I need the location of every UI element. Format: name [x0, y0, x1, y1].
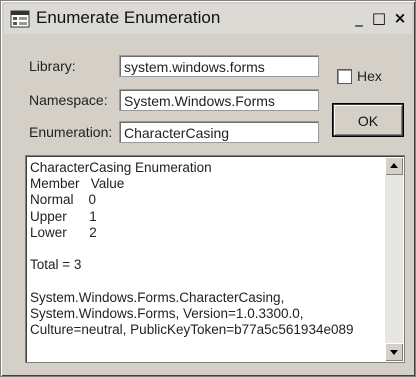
minimize-button[interactable]: _: [350, 10, 368, 28]
ok-button[interactable]: OK: [333, 104, 403, 136]
library-input[interactable]: system.windows.forms: [119, 55, 319, 77]
result-textbox[interactable]: CharacterCasing Enumeration Member Value N…: [25, 155, 405, 363]
hex-label[interactable]: Hex: [357, 68, 382, 84]
result-line: System.Windows.Forms.CharacterCasing,: [30, 289, 285, 305]
result-line: Member Value: [30, 176, 125, 192]
vertical-scrollbar[interactable]: [385, 157, 403, 361]
result-line: Total = 3: [30, 257, 82, 273]
result-line: Culture=neutral, PublicKeyToken=b77a5c56…: [30, 321, 354, 337]
namespace-input[interactable]: System.Windows.Forms: [119, 89, 319, 111]
result-line: Upper 1: [30, 208, 97, 224]
window-title: Enumerate Enumeration: [36, 8, 221, 27]
scroll-up-button[interactable]: [385, 157, 403, 175]
enumeration-label: Enumeration:: [29, 124, 113, 140]
result-line: [30, 273, 380, 289]
enumerate-enumeration-window: Enumerate Enumeration _ □ × Library: sys…: [0, 0, 416, 377]
result-line: Normal 0: [30, 192, 97, 208]
result-line: System.Windows.Forms, Version=1.0.3300.0…: [30, 305, 304, 321]
result-line: Lower 2: [30, 224, 97, 240]
scroll-up-arrow-icon: [390, 163, 398, 168]
enumeration-input[interactable]: CharacterCasing: [119, 121, 319, 143]
hex-checkbox[interactable]: [337, 69, 352, 84]
app-window-icon: [10, 10, 30, 28]
scroll-down-button[interactable]: [385, 343, 403, 361]
scroll-down-arrow-icon: [390, 350, 398, 355]
title-bar[interactable]: Enumerate Enumeration _ □ ×: [4, 4, 412, 34]
result-line: [30, 241, 380, 257]
close-button[interactable]: ×: [391, 10, 409, 28]
result-text: CharacterCasing Enumeration Member Value N…: [30, 160, 380, 338]
namespace-label: Namespace:: [29, 92, 108, 108]
maximize-button[interactable]: □: [370, 10, 388, 28]
result-line: CharacterCasing Enumeration: [30, 160, 212, 175]
library-label: Library:: [29, 58, 76, 74]
